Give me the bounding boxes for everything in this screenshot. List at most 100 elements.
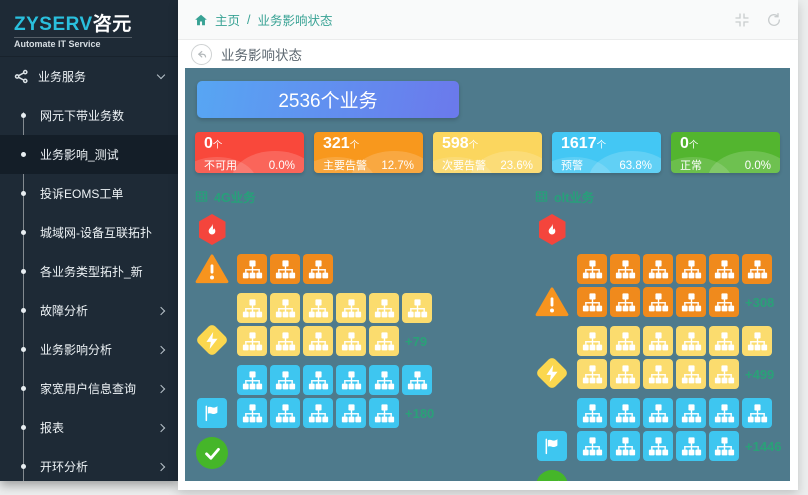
- status-card-normal[interactable]: 0个 正常 0.0%: [671, 132, 780, 173]
- business-node-tile[interactable]: [610, 287, 640, 317]
- business-node-tile[interactable]: [237, 326, 267, 356]
- status-card-unavailable[interactable]: 0个 不可用 0.0%: [195, 132, 304, 173]
- business-node-tile[interactable]: [369, 365, 399, 395]
- business-node-tile[interactable]: [237, 365, 267, 395]
- severity-group-normal: [535, 470, 782, 481]
- severity-group-normal: [195, 437, 463, 469]
- compress-icon[interactable]: [734, 12, 750, 28]
- sidebar-item-impact-analysis[interactable]: 业务影响分析: [0, 330, 178, 369]
- breadcrumb-bar: 主页 / 业务影响状态: [178, 0, 798, 40]
- sidebar-item-open-loop[interactable]: 开环分析: [0, 447, 178, 481]
- business-node-tile[interactable]: [643, 326, 673, 356]
- bolt-icon: [195, 323, 229, 357]
- business-node-tile[interactable]: [742, 254, 772, 284]
- business-node-tile[interactable]: [676, 326, 706, 356]
- business-node-tile[interactable]: [402, 293, 432, 323]
- business-node-tile[interactable]: [676, 254, 706, 284]
- business-node-tile[interactable]: [709, 326, 739, 356]
- business-node-tile[interactable]: [610, 431, 640, 461]
- app-logo: ZYSERV咨元 Automate IT Service: [0, 0, 178, 56]
- business-node-tile[interactable]: [577, 431, 607, 461]
- business-node-tile[interactable]: [676, 431, 706, 461]
- business-node-tile[interactable]: [643, 254, 673, 284]
- business-node-tile[interactable]: [303, 293, 333, 323]
- content-panel: 2536个业务 0个 不可用 0.0% 321个 主要告警 12.7% 598个 次…: [178, 68, 798, 490]
- severity-icon-cell: [195, 323, 229, 357]
- scrollbar[interactable]: [790, 136, 798, 490]
- business-node-tile[interactable]: [237, 254, 267, 284]
- business-node-tile[interactable]: [643, 287, 673, 317]
- refresh-icon[interactable]: [766, 12, 782, 28]
- warning-icon: [535, 287, 569, 317]
- business-node-tile[interactable]: [270, 398, 300, 428]
- card-label: 次要告警: [442, 160, 486, 172]
- business-node-tile[interactable]: [270, 365, 300, 395]
- business-node-tile[interactable]: [369, 293, 399, 323]
- business-node-tile[interactable]: [742, 326, 772, 356]
- severity-icon-cell: [195, 214, 229, 245]
- business-node-tile[interactable]: [643, 398, 673, 428]
- business-node-tile[interactable]: [369, 398, 399, 428]
- sidebar-item-business-services[interactable]: 业务服务: [0, 56, 178, 96]
- business-node-tile[interactable]: [237, 293, 267, 323]
- back-arrow-icon: [198, 50, 207, 58]
- sidebar-item-fault-analysis[interactable]: 故障分析: [0, 291, 178, 330]
- business-node-tile[interactable]: [577, 359, 607, 389]
- severity-group-major: [195, 254, 463, 284]
- business-node-tile[interactable]: [610, 398, 640, 428]
- business-node-tile[interactable]: [709, 398, 739, 428]
- business-node-tile[interactable]: [303, 326, 333, 356]
- business-node-tile[interactable]: [270, 293, 300, 323]
- section-title: 4G业务: [214, 191, 256, 205]
- business-node-tile[interactable]: [709, 431, 739, 461]
- card-percent: 0.0%: [268, 160, 295, 172]
- status-card-major[interactable]: 321个 主要告警 12.7%: [314, 132, 423, 173]
- status-card-warning[interactable]: 1617个 预警 63.8%: [552, 132, 661, 173]
- business-node-tile[interactable]: [270, 254, 300, 284]
- business-node-tile[interactable]: [303, 398, 333, 428]
- sidebar-item-reports[interactable]: 报表: [0, 408, 178, 447]
- business-node-tile[interactable]: [303, 254, 333, 284]
- business-node-tile[interactable]: [742, 398, 772, 428]
- home-icon[interactable]: [194, 13, 208, 27]
- business-node-tile[interactable]: [237, 398, 267, 428]
- business-node-tile[interactable]: [270, 326, 300, 356]
- sidebar-item-home-user-query[interactable]: 家宽用户信息查询: [0, 369, 178, 408]
- business-node-tile[interactable]: [610, 326, 640, 356]
- sidebar-item-impact-test[interactable]: 业务影响_测试: [0, 135, 178, 174]
- business-node-tile[interactable]: [336, 365, 366, 395]
- business-node-tile[interactable]: [402, 365, 432, 395]
- back-button[interactable]: [191, 43, 212, 65]
- business-node-tile[interactable]: [336, 398, 366, 428]
- business-node-tile[interactable]: [709, 359, 739, 389]
- business-node-tile[interactable]: [369, 326, 399, 356]
- business-node-tile[interactable]: [610, 254, 640, 284]
- business-node-tile[interactable]: [709, 287, 739, 317]
- business-node-tile[interactable]: [709, 254, 739, 284]
- business-node-tile[interactable]: [676, 359, 706, 389]
- status-card-minor[interactable]: 598个 次要告警 23.6%: [433, 132, 542, 173]
- card-percent: 63.8%: [619, 160, 652, 172]
- business-node-tile[interactable]: [610, 359, 640, 389]
- sidebar-item-type-topology[interactable]: 各业务类型拓扑_新: [0, 252, 178, 291]
- business-node-tile[interactable]: [643, 359, 673, 389]
- business-node-tile[interactable]: [336, 293, 366, 323]
- business-node-tile[interactable]: [577, 254, 607, 284]
- business-node-tile[interactable]: [577, 287, 607, 317]
- business-node-tile[interactable]: [336, 326, 366, 356]
- sidebar-item-eoms-tickets[interactable]: 投诉EOMS工单: [0, 174, 178, 213]
- chevron-right-icon: [156, 345, 166, 354]
- business-node-tile[interactable]: [643, 431, 673, 461]
- severity-icon-cell: [535, 356, 569, 390]
- business-node-tile[interactable]: [577, 326, 607, 356]
- business-node-tile[interactable]: [577, 398, 607, 428]
- card-unit: 个: [468, 140, 479, 151]
- business-node-tile[interactable]: [676, 398, 706, 428]
- breadcrumb-home[interactable]: 主页: [215, 10, 240, 29]
- sidebar-item-ne-services[interactable]: 网元下带业务数: [0, 96, 178, 135]
- business-node-tile[interactable]: [676, 287, 706, 317]
- sidebar-item-man-topology[interactable]: 城域网-设备互联拓扑: [0, 213, 178, 252]
- business-node-tile[interactable]: [303, 365, 333, 395]
- breadcrumb-current: 业务影响状态: [257, 14, 333, 28]
- sidebar-submenu: 网元下带业务数 业务影响_测试 投诉EOMS工单 城域网-设备互联拓扑 各业务类…: [0, 96, 178, 481]
